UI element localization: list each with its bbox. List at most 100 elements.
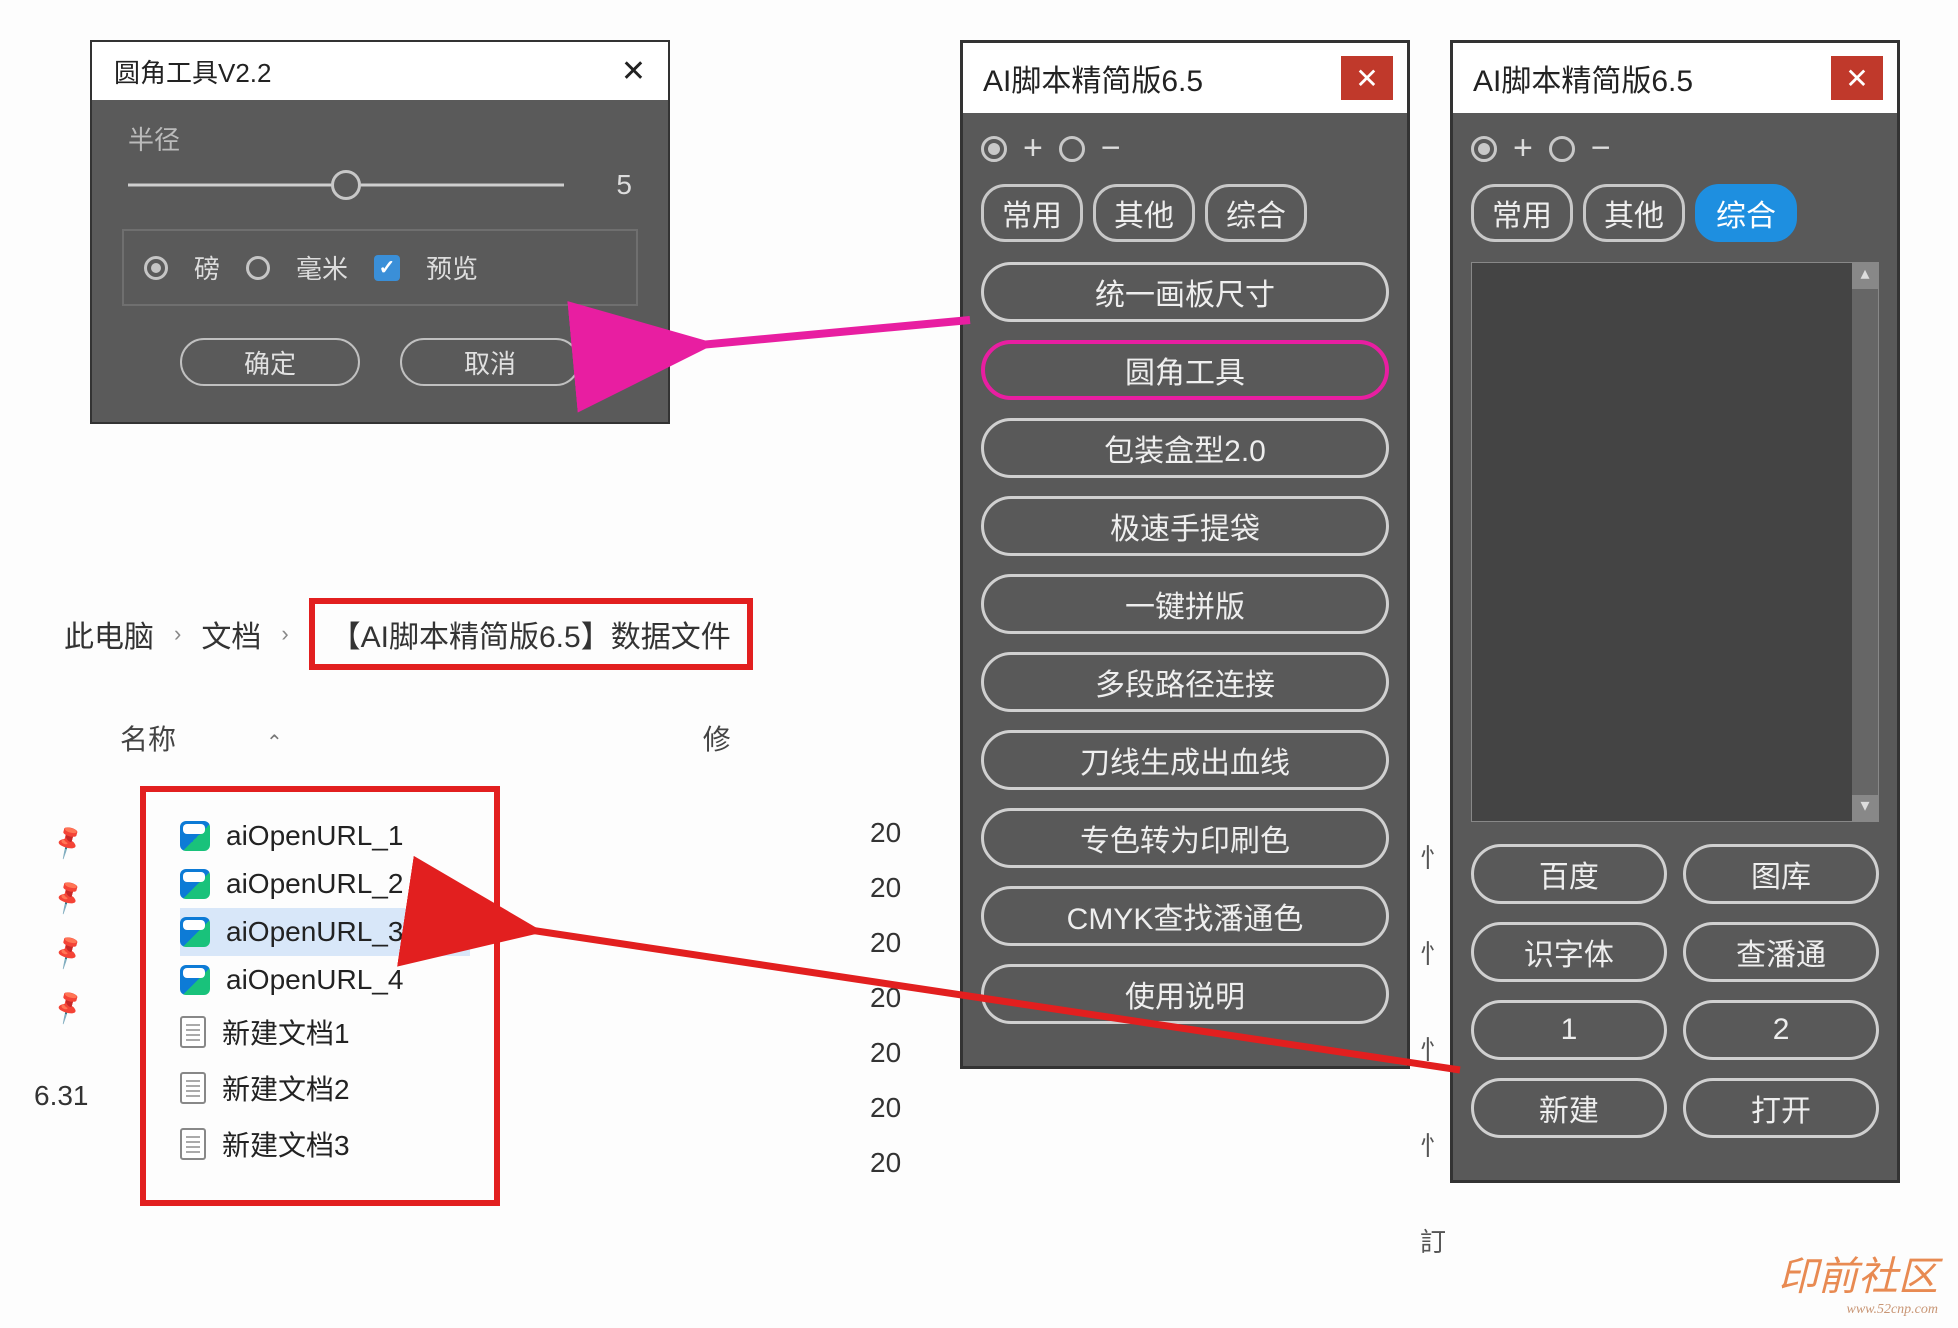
file-row[interactable]: aiOpenURL_3: [180, 908, 470, 956]
mode-row: + −: [1471, 129, 1879, 168]
plus-radio[interactable]: [981, 136, 1007, 162]
slider-thumb[interactable]: [331, 170, 361, 200]
dialog-title: 圆角工具V2.2: [114, 53, 272, 90]
script-button[interactable]: 使用说明: [981, 964, 1389, 1024]
panel-titlebar[interactable]: AI脚本精简版6.5 ✕: [963, 43, 1407, 113]
close-icon[interactable]: ✕: [1831, 56, 1883, 100]
grid-button[interactable]: 百度: [1471, 844, 1667, 904]
panel-titlebar[interactable]: AI脚本精简版6.5 ✕: [1453, 43, 1897, 113]
file-name: 新建文档3: [222, 1124, 350, 1164]
content-box[interactable]: ▴ ▾: [1471, 262, 1879, 822]
minus-radio[interactable]: [1549, 136, 1575, 162]
bc-root[interactable]: 此电脑: [64, 612, 154, 656]
script-panel-common: AI脚本精简版6.5 ✕ + − 常用 其他 综合 统一画板尺寸圆角工具包装盒型…: [960, 40, 1410, 1069]
tab-other[interactable]: 其他: [1093, 184, 1195, 242]
explorer-header: 名称 修: [40, 718, 960, 758]
unit-pound-label: 磅: [194, 249, 220, 286]
radio-pound[interactable]: [144, 256, 168, 280]
script-panel-comprehensive: AI脚本精简版6.5 ✕ + − 常用 其他 综合 ▴ ▾ 百度图库识字体查潘通…: [1450, 40, 1900, 1183]
cancel-button[interactable]: 取消: [400, 338, 580, 386]
panel-title: AI脚本精简版6.5: [1473, 56, 1693, 100]
script-button[interactable]: 包装盒型2.0: [981, 418, 1389, 478]
grid-button[interactable]: 识字体: [1471, 922, 1667, 982]
bc-folder1[interactable]: 文档: [201, 612, 261, 656]
script-button[interactable]: 多段路径连接: [981, 652, 1389, 712]
file-row[interactable]: 新建文档3: [180, 1116, 470, 1172]
tab-comprehensive[interactable]: 综合: [1695, 184, 1797, 242]
grid-button[interactable]: 新建: [1471, 1078, 1667, 1138]
tab-other[interactable]: 其他: [1583, 184, 1685, 242]
decorative-char: 忄: [1420, 906, 1446, 1002]
minus-icon: −: [1101, 129, 1121, 168]
chevron-right-icon: ›: [281, 621, 288, 647]
radius-label: 半径: [128, 120, 632, 157]
grid-button[interactable]: 2: [1683, 1000, 1879, 1060]
scrollbar[interactable]: ▴ ▾: [1852, 263, 1878, 821]
ok-button[interactable]: 确定: [180, 338, 360, 386]
radius-slider[interactable]: [128, 172, 564, 198]
col-mod[interactable]: 修: [703, 718, 731, 758]
document-file-icon: [180, 1072, 206, 1104]
script-button[interactable]: 圆角工具: [981, 340, 1389, 400]
file-name: aiOpenURL_1: [226, 820, 403, 852]
file-date: 20: [870, 1025, 901, 1080]
plus-icon: +: [1023, 129, 1043, 168]
date-column: 20202020202020: [870, 805, 901, 1190]
minus-radio[interactable]: [1059, 136, 1085, 162]
plus-radio[interactable]: [1471, 136, 1497, 162]
dialog-body: 半径 5 磅 毫米 ✓ 预览 确定 取消: [92, 100, 668, 422]
decorative-char: 忄: [1420, 1002, 1446, 1098]
script-button[interactable]: 专色转为印刷色: [981, 808, 1389, 868]
minus-icon: −: [1591, 129, 1611, 168]
script-button[interactable]: 统一画板尺寸: [981, 262, 1389, 322]
col-name[interactable]: 名称: [120, 718, 283, 758]
tab-common[interactable]: 常用: [1471, 184, 1573, 242]
grid-button[interactable]: 1: [1471, 1000, 1667, 1060]
watermark: 印前社区 www.52cnp.com: [1778, 1244, 1938, 1318]
tab-common[interactable]: 常用: [981, 184, 1083, 242]
file-date: 20: [870, 970, 901, 1025]
file-name: aiOpenURL_3: [226, 916, 403, 948]
url-file-icon: [180, 869, 210, 899]
close-icon[interactable]: ✕: [621, 54, 646, 89]
tab-row: 常用 其他 综合: [981, 184, 1389, 242]
script-button[interactable]: 一键拼版: [981, 574, 1389, 634]
watermark-text: 印前社区: [1778, 1254, 1938, 1299]
tab-comprehensive[interactable]: 综合: [1205, 184, 1307, 242]
radio-mm[interactable]: [246, 256, 270, 280]
unit-row: 磅 毫米 ✓ 预览: [122, 229, 638, 306]
file-name: 新建文档1: [222, 1012, 350, 1052]
script-button[interactable]: 极速手提袋: [981, 496, 1389, 556]
file-date: 20: [870, 1135, 901, 1190]
preview-checkbox[interactable]: ✓: [374, 255, 400, 281]
file-row[interactable]: 新建文档1: [180, 1004, 470, 1060]
file-name: aiOpenURL_2: [226, 868, 403, 900]
url-file-icon: [180, 917, 210, 947]
chevron-right-icon: ›: [174, 621, 181, 647]
unit-mm-label: 毫米: [296, 249, 348, 286]
file-row[interactable]: aiOpenURL_1: [180, 812, 470, 860]
script-button[interactable]: CMYK查找潘通色: [981, 886, 1389, 946]
file-date: 20: [870, 805, 901, 860]
file-row[interactable]: 新建文档2: [180, 1060, 470, 1116]
file-date: 20: [870, 1080, 901, 1135]
decorative-char: 忄: [1420, 810, 1446, 906]
grid-button[interactable]: 查潘通: [1683, 922, 1879, 982]
scroll-down-icon[interactable]: ▾: [1852, 795, 1878, 821]
tab-row: 常用 其他 综合: [1471, 184, 1879, 242]
dialog-titlebar[interactable]: 圆角工具V2.2 ✕: [92, 42, 668, 100]
breadcrumb[interactable]: 此电脑 › 文档 › 【AI脚本精简版6.5】数据文件: [40, 580, 960, 688]
document-file-icon: [180, 1016, 206, 1048]
file-list: aiOpenURL_1 aiOpenURL_2 aiOpenURL_3 aiOpenU…: [140, 786, 500, 1206]
close-icon[interactable]: ✕: [1341, 56, 1393, 100]
scroll-up-icon[interactable]: ▴: [1852, 263, 1878, 289]
url-file-icon: [180, 821, 210, 851]
file-row[interactable]: aiOpenURL_2: [180, 860, 470, 908]
script-button[interactable]: 刀线生成出血线: [981, 730, 1389, 790]
watermark-url: www.52cnp.com: [1778, 1302, 1938, 1318]
file-row[interactable]: aiOpenURL_4: [180, 956, 470, 1004]
bc-folder2[interactable]: 【AI脚本精简版6.5】数据文件: [309, 598, 753, 670]
decorative-char: 訂: [1420, 1194, 1446, 1290]
grid-button[interactable]: 图库: [1683, 844, 1879, 904]
grid-button[interactable]: 打开: [1683, 1078, 1879, 1138]
